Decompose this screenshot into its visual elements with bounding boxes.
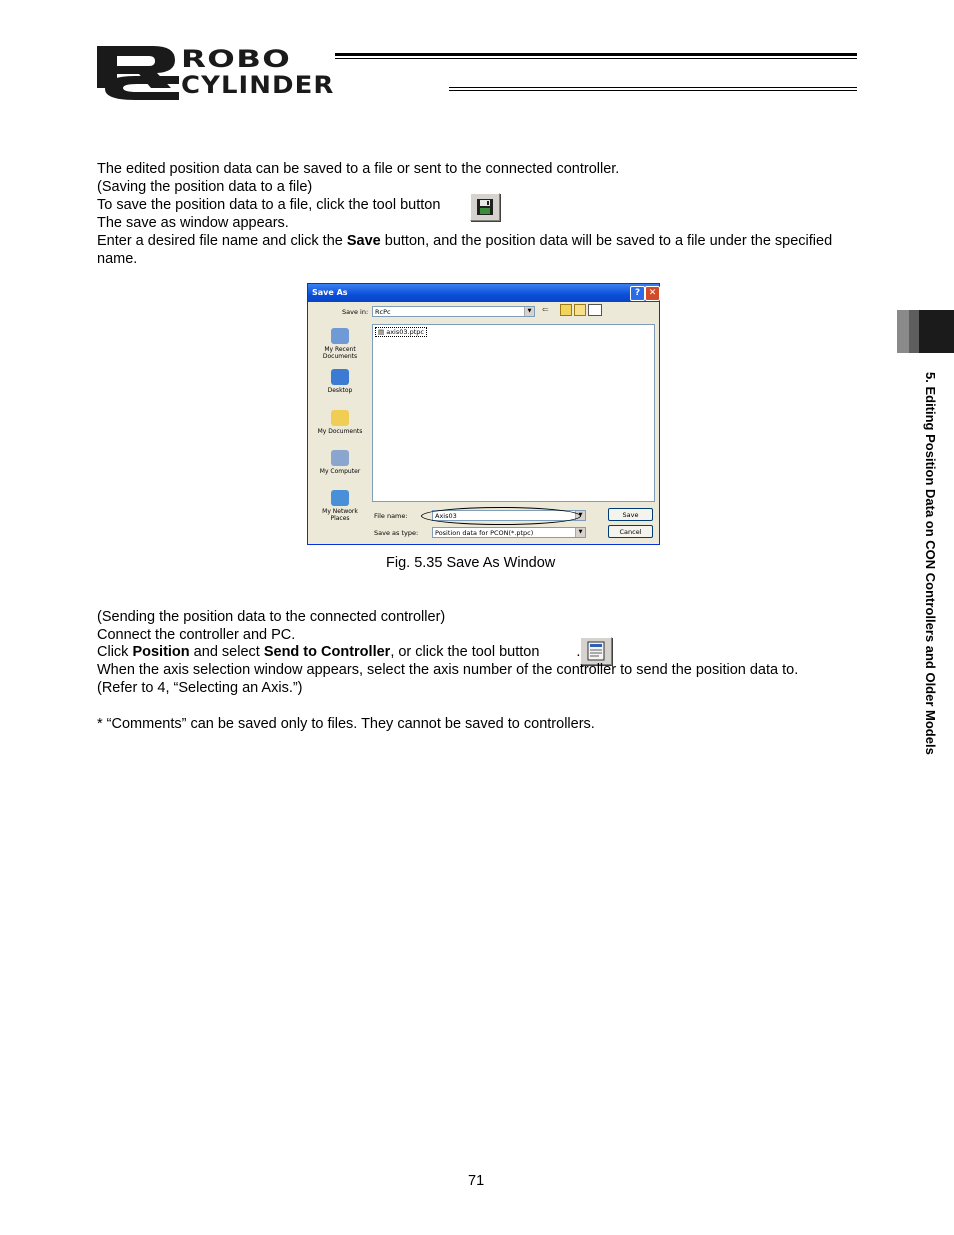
my-computer-icon xyxy=(331,450,349,466)
up-folder-icon[interactable] xyxy=(560,304,572,316)
dialog-save-button[interactable]: Save xyxy=(608,508,653,521)
text: and select xyxy=(189,644,264,660)
close-button[interactable]: ✕ xyxy=(645,286,660,301)
text: Enter a desired file name and click the xyxy=(97,233,347,249)
back-icon[interactable]: ⇐ xyxy=(542,305,549,314)
place-my-documents[interactable]: My Documents xyxy=(314,410,366,435)
paragraph-send-instruction: Click Position and select Send to Contro… xyxy=(97,643,580,661)
place-desktop[interactable]: Desktop xyxy=(314,369,366,394)
paragraph-intro: The edited position data can be saved to… xyxy=(97,161,620,177)
save-in-combo[interactable]: RcPc ▼ xyxy=(372,306,535,317)
place-label: My Recent Documents xyxy=(322,346,358,360)
network-places-icon xyxy=(331,490,349,506)
logo-word-cylinder: CYLINDER xyxy=(181,71,335,99)
dialog-title-bar: Save As xyxy=(308,284,659,302)
header-rule xyxy=(449,87,857,88)
save-in-label: Save in: xyxy=(342,308,369,316)
chevron-down-icon: ▼ xyxy=(524,307,534,316)
dialog-title: Save As xyxy=(312,288,348,297)
text: , or click the tool button xyxy=(390,644,540,660)
save-as-type-label: Save as type: xyxy=(374,529,419,537)
save-tool-button[interactable] xyxy=(470,193,500,221)
place-label: My Documents xyxy=(317,428,363,435)
file-list[interactable]: ▤ axis03.ptpc xyxy=(372,324,655,502)
dialog-cancel-button[interactable]: Cancel xyxy=(608,525,653,538)
file-item-name: axis03.ptpc xyxy=(386,328,424,336)
paragraph-save-instruction: To save the position data to a file, cli… xyxy=(97,196,476,214)
bold-save: Save xyxy=(346,233,381,249)
save-as-type-value: Position data for PCON(*.ptpc) xyxy=(435,529,534,537)
subheading-send-controller: (Sending the position data to the connec… xyxy=(97,609,446,625)
place-label: My Network Places xyxy=(322,508,358,522)
recent-documents-icon xyxy=(331,328,349,344)
paragraph-connect: Connect the controller and PC. xyxy=(97,627,296,643)
header-rule xyxy=(335,58,857,59)
save-in-value: RcPc xyxy=(375,308,391,316)
floppy-disk-icon xyxy=(477,199,493,215)
help-button[interactable]: ? xyxy=(630,286,645,301)
text: To save the position data to a file, cli… xyxy=(97,197,441,213)
place-label: Desktop xyxy=(327,387,353,394)
paragraph-window-appears: The save as window appears. xyxy=(97,215,289,231)
chevron-down-icon: ▼ xyxy=(575,528,585,537)
logo-word-robo: ROBO xyxy=(181,45,292,73)
paragraph-enter-filename: Enter a desired file name and click the … xyxy=(97,232,857,268)
place-my-network-places[interactable]: My Network Places xyxy=(314,490,366,522)
chapter-tab-mid xyxy=(909,310,919,353)
save-as-dialog: Save As ? ✕ Save in: RcPc ▼ ⇐ ▤ axis03.p… xyxy=(307,283,660,545)
place-my-computer[interactable]: My Computer xyxy=(314,450,366,475)
chapter-tab-dark xyxy=(919,310,954,353)
file-name-highlight-ellipse xyxy=(421,507,581,525)
header-rule xyxy=(449,90,857,91)
note-comments: * “Comments” can be saved only to files.… xyxy=(97,716,595,732)
save-as-type-select[interactable]: Position data for PCON(*.ptpc) ▼ xyxy=(432,527,586,538)
bold-position: Position xyxy=(132,644,190,660)
place-label: My Computer xyxy=(319,468,361,475)
my-documents-icon xyxy=(331,410,349,426)
text: Click xyxy=(97,644,133,660)
new-folder-icon[interactable] xyxy=(574,304,586,316)
page-number: 71 xyxy=(468,1173,485,1189)
chapter-side-label: 5. Editing Position Data on CON Controll… xyxy=(923,372,938,755)
paragraph-axis-selection: When the axis selection window appears, … xyxy=(97,662,799,678)
view-menu-icon[interactable] xyxy=(588,304,602,316)
file-name-label: File name: xyxy=(374,512,408,520)
bold-send-to-controller: Send to Controller xyxy=(263,644,391,660)
subheading-save-file: (Saving the position data to a file) xyxy=(97,179,313,195)
paragraph-refer: (Refer to 4, “Selecting an Axis.”) xyxy=(97,680,303,696)
rc-logo-icon xyxy=(97,46,179,100)
desktop-icon xyxy=(331,369,349,385)
place-my-recent-documents[interactable]: My Recent Documents xyxy=(314,328,366,360)
robo-cylinder-logo: ROBO CYLINDER xyxy=(95,42,440,102)
file-item[interactable]: ▤ axis03.ptpc xyxy=(375,327,427,337)
header-rule xyxy=(335,53,857,56)
figure-caption: Fig. 5.35 Save As Window xyxy=(386,555,556,571)
